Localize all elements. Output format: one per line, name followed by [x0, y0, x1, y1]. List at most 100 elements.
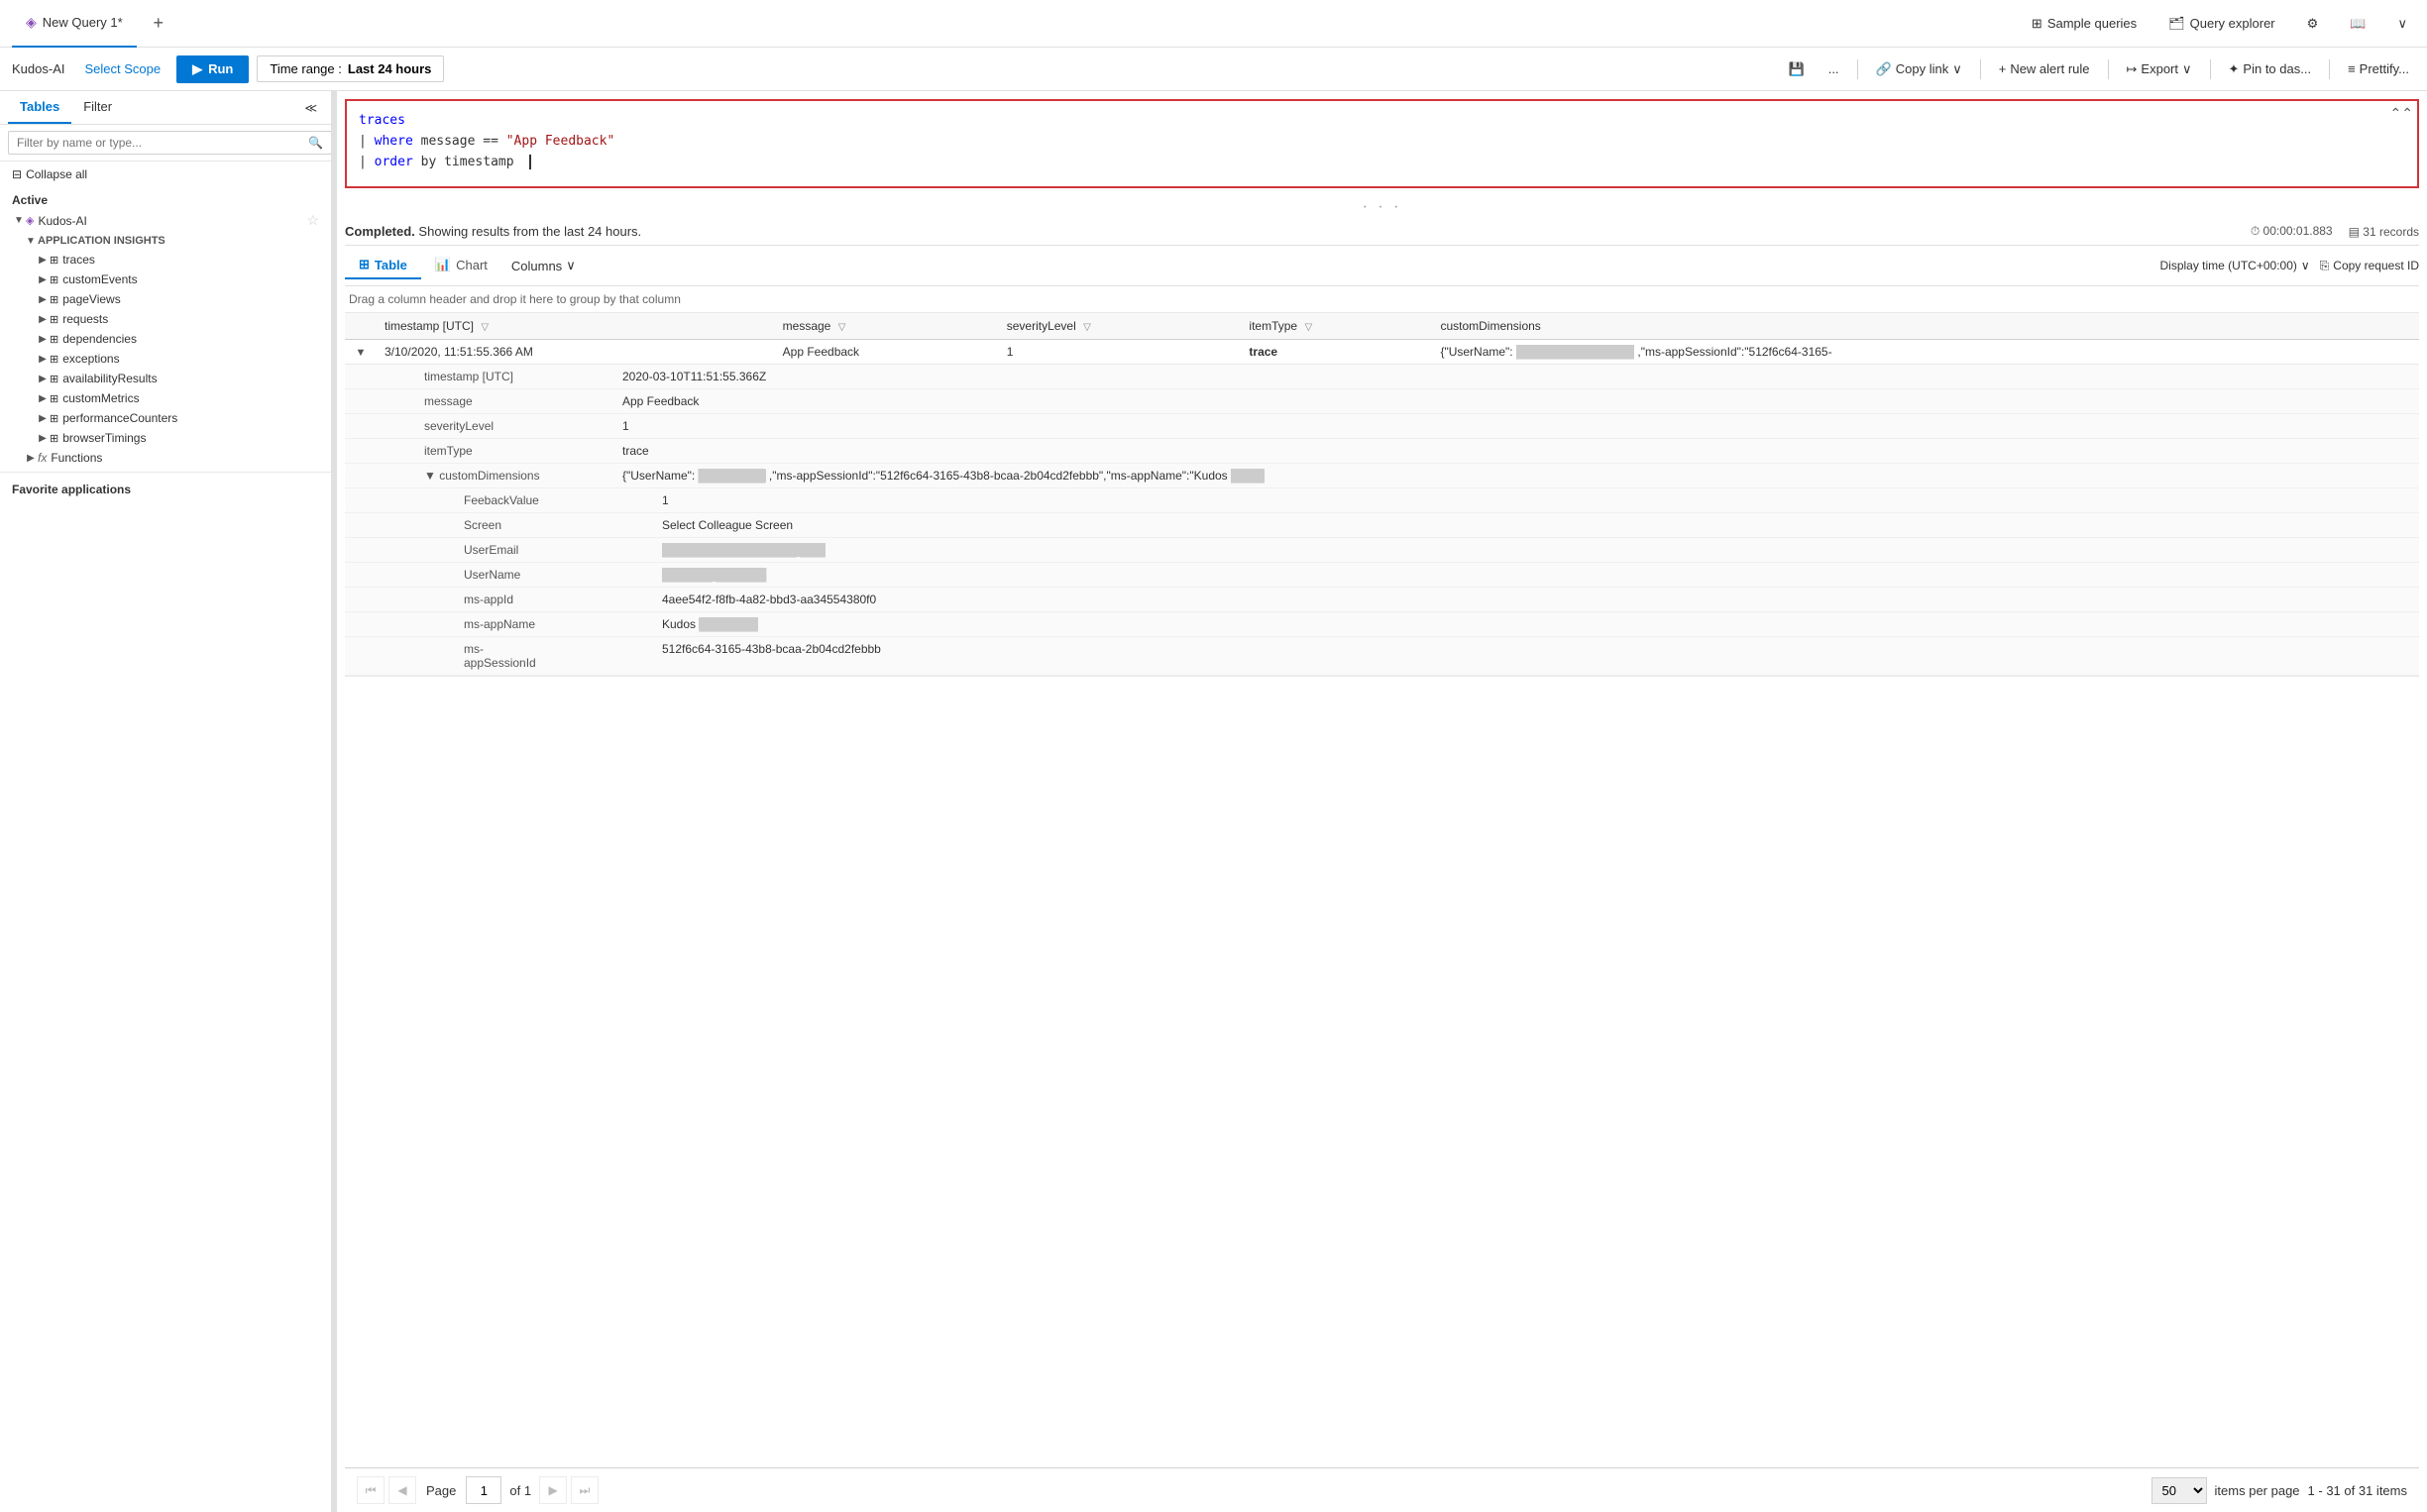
new-alert-button[interactable]: + New alert rule — [1993, 57, 2096, 80]
cell-message: App Feedback — [775, 340, 999, 365]
columns-button[interactable]: Columns ∨ — [501, 253, 586, 278]
first-page-button[interactable]: ⏮ — [357, 1476, 385, 1504]
query-line-3: | order by timestamp — [359, 153, 2405, 173]
tab-tables[interactable]: Tables — [8, 91, 71, 124]
tree-item-pageviews[interactable]: ▶ ⊞ pageViews — [0, 289, 331, 309]
table-icon-10: ⊞ — [50, 432, 58, 445]
sample-queries-button[interactable]: ⊞ Sample queries — [2024, 12, 2145, 36]
records-icon: ▤ — [2349, 225, 2360, 239]
favorite-star-icon[interactable]: ☆ — [306, 212, 319, 229]
add-tab-button[interactable]: + — [145, 10, 172, 38]
table-row[interactable]: ▼ 3/10/2020, 11:51:55.366 AM App Feedbac… — [345, 340, 2419, 365]
tab-chart[interactable]: 📊 Chart — [421, 252, 501, 279]
functions-label: Functions — [51, 451, 323, 465]
top-bar: ◈ New Query 1* + ⊞ Sample queries 🗂 Quer… — [0, 0, 2427, 48]
prettify-icon: ≡ — [2348, 61, 2356, 76]
per-page-label: items per page — [2215, 1483, 2300, 1498]
tree-arrow-traces: ▶ — [36, 255, 50, 266]
save-button[interactable]: 💾 — [1783, 57, 1811, 81]
editor-dots[interactable]: · · · — [337, 196, 2427, 218]
severity-filter-icon[interactable]: ▽ — [1083, 322, 1091, 333]
tree-label-kudos-ai: Kudos-AI — [38, 214, 306, 228]
tree-item-availability[interactable]: ▶ ⊞ availabilityResults — [0, 369, 331, 388]
copy-icon: ⎘ — [2320, 259, 2330, 273]
copy-link-button[interactable]: 🔗 Copy link ∨ — [1870, 57, 1968, 81]
clock-icon: ⏱ — [2251, 224, 2260, 238]
prev-page-button[interactable]: ◀ — [388, 1476, 416, 1504]
sidebar-tabs: Tables Filter ≪ — [0, 91, 331, 125]
col-severity[interactable]: severityLevel ▽ — [999, 313, 1242, 340]
prettify-button[interactable]: ≡ Prettify... — [2342, 57, 2415, 80]
docs-button[interactable]: 📖 — [2342, 12, 2373, 36]
drag-hint: Drag a column header and drop it here to… — [345, 286, 2419, 313]
cell-severity: 1 — [999, 340, 1242, 365]
time-range-button[interactable]: Time range : Last 24 hours — [257, 55, 444, 82]
per-page-select[interactable]: 50 100 200 — [2151, 1477, 2207, 1504]
results-header: Completed. Showing results from the last… — [345, 218, 2419, 246]
tab-table[interactable]: ⊞ Table — [345, 252, 421, 279]
expand-customdims-arrow[interactable]: ▼ customDimensions — [424, 469, 555, 483]
display-time-button[interactable]: Display time (UTC+00:00) ∨ — [2160, 259, 2310, 272]
copy-request-id-button[interactable]: ⎘ Copy request ID — [2320, 259, 2419, 273]
divider4 — [2210, 59, 2211, 79]
tree-item-browsertimings[interactable]: ▶ ⊞ browserTimings — [0, 428, 331, 448]
run-button[interactable]: ▶ Run — [176, 55, 249, 83]
col-message[interactable]: message ▽ — [775, 313, 999, 340]
results-tabs: ⊞ Table 📊 Chart Columns ∨ Display time (… — [345, 246, 2419, 286]
sample-queries-icon: ⊞ — [2032, 16, 2042, 32]
query-explorer-button[interactable]: 🗂 Query explorer — [2160, 12, 2283, 36]
tree-item-kudos-ai[interactable]: ▼ ◈ Kudos-AI ☆ — [0, 209, 331, 232]
tree-arrow: ▼ — [12, 215, 26, 226]
pin-button[interactable]: ✦ Pin to das... — [2223, 57, 2318, 81]
expand-row-arrow[interactable]: ▼ — [353, 347, 369, 359]
expand-msappsessionid: ms-appSessionId 512f6c64-3165-43b8-bcaa-… — [345, 637, 2419, 676]
query-tab[interactable]: ◈ New Query 1* — [12, 0, 137, 48]
tree-item-traces[interactable]: ▶ ⊞ traces — [0, 250, 331, 270]
expanded-row: timestamp [UTC] 2020-03-10T11:51:55.366Z… — [345, 365, 2419, 677]
tree-item-exceptions[interactable]: ▶ ⊞ exceptions — [0, 349, 331, 369]
query-editor[interactable]: traces | where message == "App Feedback"… — [345, 99, 2419, 188]
ellipsis-icon: ... — [1828, 61, 1839, 76]
more-options-button[interactable]: ... — [1822, 57, 1845, 80]
tree-item-performance[interactable]: ▶ ⊞ performanceCounters — [0, 408, 331, 428]
next-page-button[interactable]: ▶ — [539, 1476, 567, 1504]
results-area: Completed. Showing results from the last… — [337, 218, 2427, 1512]
collapse-all-button[interactable]: ⊟ Collapse all — [8, 165, 323, 183]
search-icon: 🔍 — [308, 136, 323, 150]
link-icon: 🔗 — [1876, 61, 1892, 77]
tree-item-requests[interactable]: ▶ ⊞ requests — [0, 309, 331, 329]
timestamp-filter-icon[interactable]: ▽ — [481, 322, 489, 333]
sidebar-collapse-button[interactable]: ≪ — [298, 91, 323, 124]
last-page-button[interactable]: ⏭ — [571, 1476, 599, 1504]
divider2 — [1980, 59, 1981, 79]
divider3 — [2108, 59, 2109, 79]
settings-button[interactable]: ⚙ — [2299, 12, 2327, 36]
expand-detail-itemtype: itemType trace — [345, 439, 2419, 464]
expand-screen: Screen Select Colleague Screen — [345, 513, 2419, 538]
items-info: 1 - 31 of 31 items — [2308, 1483, 2407, 1498]
more-button[interactable]: ∨ — [2389, 12, 2415, 36]
tree-item-app-insights[interactable]: ▼ APPLICATION INSIGHTS — [0, 232, 331, 250]
editor-collapse-button[interactable]: ⌃⌃ — [2390, 105, 2413, 122]
row-expand-cell[interactable]: ▼ — [345, 340, 377, 365]
filter-input[interactable] — [8, 131, 332, 155]
col-timestamp[interactable]: timestamp [UTC] ▽ — [377, 313, 775, 340]
itemtype-filter-icon[interactable]: ▽ — [1304, 322, 1312, 333]
col-itemtype[interactable]: itemType ▽ — [1241, 313, 1432, 340]
tree-item-functions[interactable]: ▶ fx Functions — [0, 448, 331, 468]
export-icon: ↦ — [2127, 61, 2138, 77]
tab-filter[interactable]: Filter — [71, 91, 124, 124]
section-active: Active — [0, 187, 331, 209]
expand-detail-timestamp: timestamp [UTC] 2020-03-10T11:51:55.366Z — [345, 365, 2419, 389]
tree-item-dependencies[interactable]: ▶ ⊞ dependencies — [0, 329, 331, 349]
run-icon: ▶ — [192, 61, 202, 77]
page-input[interactable] — [466, 1476, 501, 1504]
divider-sidebar — [0, 472, 331, 473]
export-button[interactable]: ↦ Export ∨ — [2121, 57, 2198, 81]
tree-item-customevents[interactable]: ▶ ⊞ customEvents — [0, 270, 331, 289]
tree-item-custommetrics[interactable]: ▶ ⊞ customMetrics — [0, 388, 331, 408]
select-scope-button[interactable]: Select Scope — [76, 57, 168, 80]
chart-tab-icon: 📊 — [435, 257, 451, 272]
expand-msappid: ms-appId 4aee54f2-f8fb-4a82-bbd3-aa34554… — [345, 588, 2419, 612]
message-filter-icon[interactable]: ▽ — [838, 322, 846, 333]
